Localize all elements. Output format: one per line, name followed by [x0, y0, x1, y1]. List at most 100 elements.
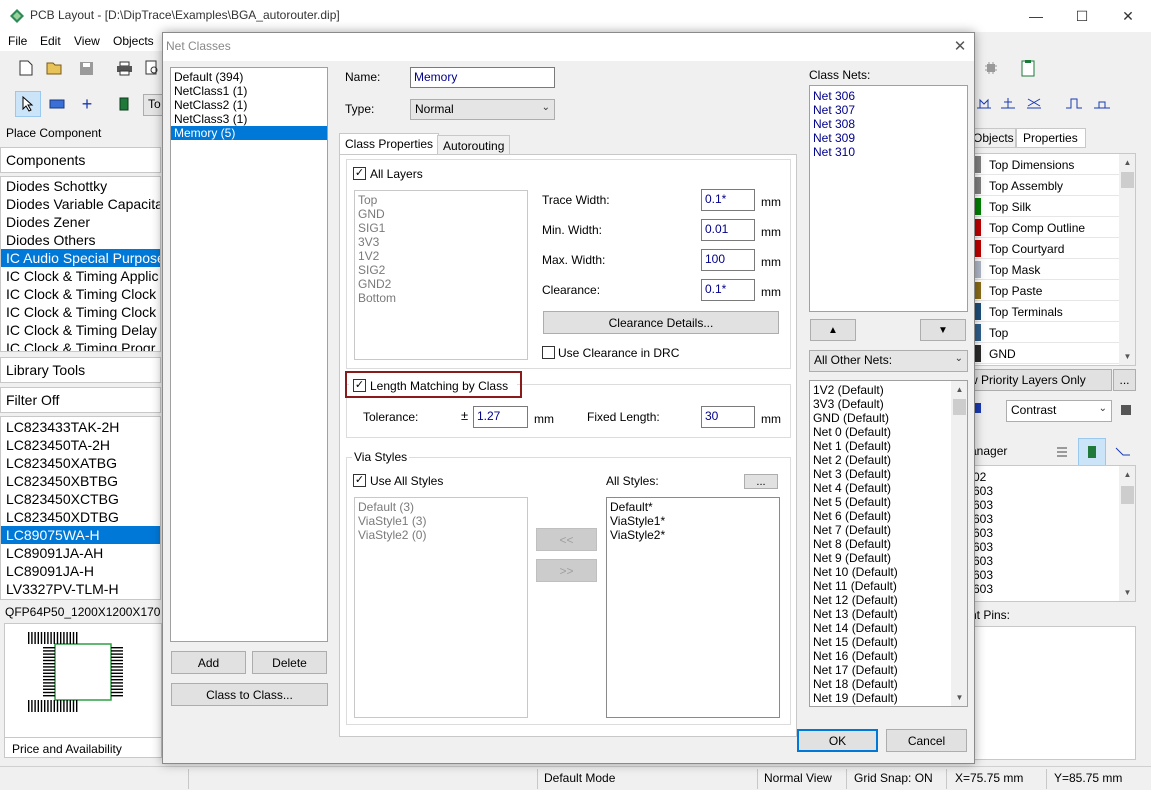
priority-layers-button[interactable]: w Priority Layers Only: [966, 369, 1112, 391]
menu-file[interactable]: File: [8, 34, 27, 48]
delete-class-button[interactable]: Delete: [252, 651, 327, 674]
filter-header[interactable]: Filter Off: [0, 387, 161, 413]
menu-view[interactable]: View: [74, 34, 100, 48]
manager-item[interactable]: 603: [967, 554, 1135, 568]
component-list-item[interactable]: IC Clock & Timing Clock: [1, 285, 160, 303]
component-list-item[interactable]: IC Clock & Timing Clock: [1, 303, 160, 321]
manager-item[interactable]: 603: [967, 582, 1135, 596]
class-net-item[interactable]: Net 309: [810, 131, 967, 145]
part-list-item[interactable]: LV3327PV-TLM-H: [1, 580, 160, 598]
other-net-item[interactable]: Net 9 (Default): [810, 551, 967, 565]
layer-item[interactable]: GND: [355, 207, 527, 221]
manager-route-icon[interactable]: [1112, 441, 1134, 463]
maximize-button[interactable]: ☐: [1059, 0, 1105, 32]
components-header[interactable]: Components: [0, 147, 161, 173]
use-all-styles-checkbox[interactable]: ✓: [353, 474, 366, 487]
class-via-style-item[interactable]: ViaStyle1 (3): [355, 514, 527, 528]
part-list-item[interactable]: LC823450XCTBG: [1, 490, 160, 508]
part-list-item[interactable]: LC89075WA-H: [1, 526, 160, 544]
manager-item[interactable]: 603: [967, 540, 1135, 554]
trace-width-input[interactable]: 0.1*: [701, 189, 755, 211]
all-styles-more-button[interactable]: ...: [744, 474, 778, 489]
layers-more-button[interactable]: ...: [1113, 369, 1136, 391]
manager-tool-icon[interactable]: [1051, 441, 1073, 463]
scroll-thumb[interactable]: [1121, 172, 1134, 188]
chip-icon[interactable]: [113, 93, 135, 115]
route-icon-2[interactable]: [997, 92, 1019, 114]
print-preview-icon[interactable]: [141, 57, 163, 79]
manager-scroll-down-icon[interactable]: ▼: [1119, 584, 1135, 600]
via-style-item[interactable]: ViaStyle2*: [607, 528, 779, 542]
print-icon[interactable]: [113, 57, 135, 79]
manager-scrollbar[interactable]: ▲ ▼: [1119, 466, 1135, 601]
layer-row[interactable]: Top Paste: [967, 280, 1119, 301]
other-nets-scroll-thumb[interactable]: [953, 399, 966, 415]
layer-row[interactable]: Top Comp Outline: [967, 217, 1119, 238]
layer-item[interactable]: GND2: [355, 277, 527, 291]
other-net-item[interactable]: Net 1 (Default): [810, 439, 967, 453]
class-net-item[interactable]: Net 307: [810, 103, 967, 117]
chip-gray-icon[interactable]: [980, 57, 1002, 79]
scroll-up-icon[interactable]: ▲: [1119, 154, 1135, 170]
move-up-button[interactable]: ▲: [810, 319, 856, 341]
other-net-item[interactable]: Net 8 (Default): [810, 537, 967, 551]
via-style-item[interactable]: ViaStyle1*: [607, 514, 779, 528]
manager-item[interactable]: 603: [967, 498, 1135, 512]
other-nets-filter-select[interactable]: All Other Nets: ⌄: [809, 350, 968, 372]
ok-button[interactable]: OK: [797, 729, 878, 752]
layer-row[interactable]: GND: [967, 343, 1119, 364]
layer-item[interactable]: 1V2: [355, 249, 527, 263]
other-net-item[interactable]: Net 6 (Default): [810, 509, 967, 523]
class-net-item[interactable]: Net 306: [810, 89, 967, 103]
save-icon[interactable]: [75, 57, 97, 79]
component-list-item[interactable]: IC Audio Special Purpose: [1, 249, 160, 267]
move-down-button[interactable]: ▼: [920, 319, 966, 341]
scroll-down-icon[interactable]: ▼: [1119, 348, 1135, 364]
other-nets-scroll-down-icon[interactable]: ▼: [951, 689, 967, 705]
max-width-input[interactable]: 100: [701, 249, 755, 271]
component-list-item[interactable]: Diodes Schottky: [1, 177, 160, 195]
layer-color-icon[interactable]: [1121, 405, 1131, 415]
component-list-item[interactable]: IC Clock & Timing Delay: [1, 321, 160, 339]
manager-item[interactable]: 603: [967, 484, 1135, 498]
other-net-item[interactable]: Net 5 (Default): [810, 495, 967, 509]
other-net-item[interactable]: Net 11 (Default): [810, 579, 967, 593]
manager-scroll-thumb[interactable]: [1121, 486, 1134, 504]
manager-item[interactable]: 603: [967, 512, 1135, 526]
new-file-icon[interactable]: [15, 57, 37, 79]
other-net-item[interactable]: GND (Default): [810, 411, 967, 425]
component-list-item[interactable]: IC Clock & Timing Progr: [1, 339, 160, 351]
layer-row[interactable]: Top Assembly: [967, 175, 1119, 196]
other-net-item[interactable]: 3V3 (Default): [810, 397, 967, 411]
net-class-item[interactable]: Memory (5): [171, 126, 327, 140]
component-list-item[interactable]: Diodes Others: [1, 231, 160, 249]
open-folder-icon[interactable]: [44, 57, 66, 79]
other-net-item[interactable]: 1V2 (Default): [810, 383, 967, 397]
component-list-item[interactable]: Diodes Variable Capacita: [1, 195, 160, 213]
manager-item[interactable]: 603: [967, 568, 1135, 582]
price-availability[interactable]: Price and Availability: [5, 737, 161, 757]
contrast-combo[interactable]: Contrast ⌄: [1006, 400, 1112, 422]
layer-row[interactable]: Top: [967, 322, 1119, 343]
other-net-item[interactable]: Net 4 (Default): [810, 481, 967, 495]
move-style-right-button[interactable]: >>: [536, 559, 597, 582]
all-layers-checkbox[interactable]: ✓: [353, 167, 366, 180]
manager-item[interactable]: 02: [967, 470, 1135, 484]
close-window-button[interactable]: ✕: [1105, 0, 1151, 32]
class-net-item[interactable]: Net 310: [810, 145, 967, 159]
class-to-class-button[interactable]: Class to Class...: [171, 683, 328, 706]
manager-scroll-up-icon[interactable]: ▲: [1119, 466, 1135, 482]
menu-edit[interactable]: Edit: [40, 34, 61, 48]
layer-row[interactable]: Top Terminals: [967, 301, 1119, 322]
tolerance-input[interactable]: 1.27: [473, 406, 528, 428]
tab-class-properties[interactable]: Class Properties: [339, 133, 440, 155]
class-type-select[interactable]: Normal ⌄: [410, 99, 555, 120]
layer-item[interactable]: Top: [355, 193, 527, 207]
component-list-item[interactable]: IC Clock & Timing Applic: [1, 267, 160, 285]
fixed-length-input[interactable]: 30: [701, 406, 755, 428]
layer-item[interactable]: 3V3: [355, 235, 527, 249]
use-clearance-drc-checkbox[interactable]: [542, 346, 555, 359]
clearance-details-button[interactable]: Clearance Details...: [543, 311, 779, 334]
add-class-button[interactable]: Add: [171, 651, 246, 674]
dialog-close-icon[interactable]: ✕: [949, 36, 971, 56]
